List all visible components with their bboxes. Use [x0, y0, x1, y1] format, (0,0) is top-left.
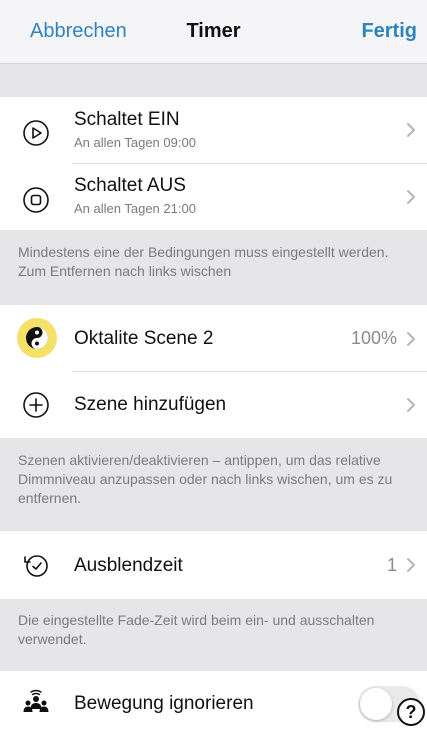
scenes-group: Oktalite Scene 2 100% Szene hinzufügen [0, 305, 427, 438]
schedule-row-off[interactable]: Schaltet AUS An allen Tagen 21:00 [0, 164, 427, 230]
schedule-row-on[interactable]: Schaltet EIN An allen Tagen 09:00 [0, 97, 427, 163]
chevron-right-icon [405, 121, 417, 139]
scenes-footer: Szenen aktivieren/deaktivieren – antippe… [18, 452, 393, 506]
fade-footer: Die eingestellte Fade-Zeit wird beim ein… [18, 612, 375, 647]
schedule-on-subtitle: An allen Tagen 09:00 [74, 135, 196, 150]
schedule-on-title: Schaltet EIN [74, 109, 180, 130]
motion-group: Bewegung ignorieren ? [0, 671, 427, 733]
chevron-right-icon [405, 396, 417, 414]
fade-group: Ausblendzeit 1 [0, 531, 427, 599]
scene-title: Oktalite Scene 2 [74, 328, 214, 349]
stop-circle-icon [22, 186, 50, 214]
navigation-bar: Abbrechen Timer Fertig [0, 0, 427, 64]
schedule-off-title: Schaltet AUS [74, 175, 186, 196]
chevron-right-icon [405, 556, 417, 574]
schedule-group: Schaltet EIN An allen Tagen 09:00 Schalt… [0, 97, 427, 230]
toggle-knob [360, 688, 392, 720]
fade-time-title: Ausblendzeit [74, 555, 183, 576]
fade-time-row[interactable]: Ausblendzeit 1 [0, 531, 427, 599]
help-button[interactable]: ? [397, 698, 425, 726]
chevron-right-icon [405, 188, 417, 206]
add-scene-row[interactable]: Szene hinzufügen [0, 372, 427, 438]
add-circle-icon [22, 391, 50, 419]
schedule-footer: Mindestens eine der Bedingungen muss ein… [18, 244, 389, 279]
ignore-motion-title: Bewegung ignorieren [74, 693, 254, 714]
yin-yang-icon [17, 318, 57, 358]
play-circle-icon [22, 119, 50, 147]
chevron-right-icon [405, 330, 417, 348]
ignore-motion-row: Bewegung ignorieren ? [0, 671, 427, 733]
done-button[interactable]: Fertig [361, 20, 417, 43]
people-motion-icon [22, 689, 50, 717]
scene-row[interactable]: Oktalite Scene 2 100% [0, 305, 427, 371]
fade-time-value: 1 [386, 555, 397, 575]
schedule-off-subtitle: An allen Tagen 21:00 [74, 201, 196, 216]
scene-level: 100% [350, 328, 397, 348]
add-scene-title: Szene hinzufügen [74, 394, 227, 415]
fade-timer-icon [22, 551, 50, 579]
